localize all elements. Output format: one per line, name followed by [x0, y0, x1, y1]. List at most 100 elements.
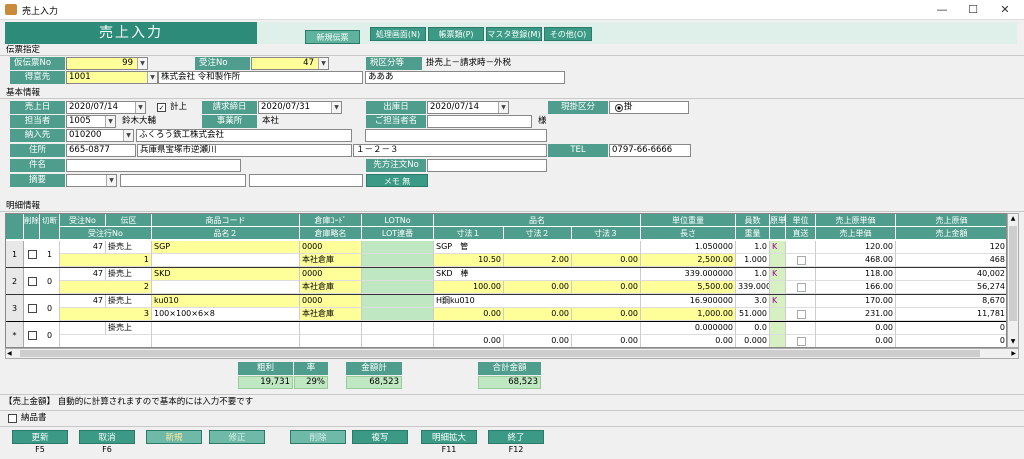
delete-checkbox[interactable]	[28, 331, 37, 340]
tanka-cell[interactable]: 468.00	[816, 254, 896, 267]
insu-cell[interactable]: 3.0	[736, 295, 770, 308]
gyo-cell[interactable]	[60, 335, 152, 347]
s2-cell[interactable]: 0.00	[504, 308, 572, 321]
den-cell[interactable]: 掛売上	[106, 268, 152, 281]
nonyu-name-input[interactable]: ふくろう鉄工株式会社	[136, 129, 352, 142]
menu-other[interactable]: その他(O)	[544, 27, 592, 41]
hinmei2-cell[interactable]	[152, 335, 300, 347]
genka-cell[interactable]: 8,670	[896, 295, 1006, 308]
address2-input[interactable]: １－２－３	[353, 144, 547, 157]
uriagebi-input[interactable]: 2020/07/14	[66, 101, 146, 114]
juryo-cell[interactable]: 1.000	[736, 254, 770, 267]
genka-tanka-cell[interactable]: 170.00	[816, 295, 896, 308]
detail-expand-button[interactable]: 明細拡大	[421, 430, 477, 444]
s3-cell[interactable]: 0.00	[572, 254, 641, 267]
chokuso-checkbox[interactable]	[797, 283, 806, 292]
detail-grid[interactable]: 削除 切断 受注No 伝区 商品コード 倉庫ｺｰﾄﾞ LOTNo 品名 単位重量 員数 原単 単位 売上…	[5, 213, 1007, 348]
nagasa-cell[interactable]: 5,500.00	[641, 281, 736, 294]
tanka-cell[interactable]: 0.00	[816, 335, 896, 347]
chevron-down-icon[interactable]: ▼	[123, 130, 133, 141]
soko-cell[interactable]: 0000	[300, 295, 362, 308]
gen-cell-2[interactable]	[770, 281, 786, 294]
menu-process[interactable]: 処理画面(N)	[370, 27, 426, 41]
gen-cell-2[interactable]	[770, 335, 786, 347]
insu-cell[interactable]: 1.0	[736, 268, 770, 281]
lot-seq-cell[interactable]	[362, 254, 434, 267]
lot-seq-cell[interactable]	[362, 335, 434, 347]
kiri-cell[interactable]: 1	[40, 241, 60, 268]
genka-tanka-cell[interactable]: 120.00	[816, 241, 896, 254]
tanka-cell[interactable]: 166.00	[816, 281, 896, 294]
s3-cell[interactable]: 0.00	[572, 308, 641, 321]
gen-cell[interactable]	[770, 322, 786, 335]
calendar-dropdown-icon[interactable]: ▼	[135, 102, 145, 113]
kiri-cell[interactable]: 0	[40, 268, 60, 295]
hinmei2-cell[interactable]	[152, 254, 300, 267]
nagasa-cell[interactable]: 1,000.00	[641, 308, 736, 321]
kingaku-cell[interactable]: 468	[896, 254, 1006, 267]
nagasa-cell[interactable]: 0.00	[641, 335, 736, 347]
juchu-cell[interactable]: 47	[60, 268, 106, 281]
juchu-cell[interactable]: 47	[60, 295, 106, 308]
chevron-down-icon[interactable]: ▼	[318, 58, 328, 69]
hinmei2-cell[interactable]	[152, 281, 300, 294]
hinmei-cell[interactable]: SKD 棒	[434, 268, 641, 281]
genka-cell[interactable]: 40,002	[896, 268, 1006, 281]
gen-cell[interactable]: K	[770, 295, 786, 308]
senpo-input[interactable]	[427, 159, 547, 172]
chevron-down-icon[interactable]: ▼	[105, 116, 115, 127]
modify-button[interactable]: 修正	[209, 430, 265, 444]
row-header[interactable]: *	[6, 322, 24, 347]
s1-cell[interactable]: 100.00	[434, 281, 504, 294]
code-cell[interactable]	[152, 322, 300, 335]
insu-cell[interactable]: 1.0	[736, 241, 770, 254]
vertical-scrollbar[interactable]: ▲ ▼	[1007, 213, 1019, 348]
s1-cell[interactable]: 0.00	[434, 308, 504, 321]
chokuso-checkbox[interactable]	[797, 310, 806, 319]
karidenpyo-input[interactable]: 99	[66, 57, 148, 70]
tani-cell[interactable]	[786, 241, 816, 254]
calendar-dropdown-icon[interactable]: ▼	[498, 102, 508, 113]
nagasa-cell[interactable]: 2,500.00	[641, 254, 736, 267]
kingaku-cell[interactable]: 0	[896, 335, 1006, 347]
calendar-dropdown-icon[interactable]: ▼	[331, 102, 341, 113]
s1-cell[interactable]: 0.00	[434, 335, 504, 347]
lot-seq-cell[interactable]	[362, 308, 434, 321]
address1-input[interactable]: 兵庫県宝塚市逆瀬川	[137, 144, 352, 157]
chokuso-checkbox[interactable]	[797, 256, 806, 265]
keijo-checkbox[interactable]: ✓	[157, 103, 166, 112]
tanijuryo-cell[interactable]: 339.000000	[641, 268, 736, 281]
s2-cell[interactable]: 2.00	[504, 254, 572, 267]
genka-cell[interactable]: 120	[896, 241, 1006, 254]
den-cell[interactable]: 掛売上	[106, 241, 152, 254]
kenmei-input[interactable]	[66, 159, 241, 172]
genka-tanka-cell[interactable]: 0.00	[816, 322, 896, 335]
chevron-down-icon[interactable]: ▼	[147, 72, 157, 83]
s2-cell[interactable]: 0.00	[504, 335, 572, 347]
lot-cell[interactable]	[362, 268, 434, 281]
soko-cell[interactable]	[300, 322, 362, 335]
radio-icon[interactable]	[615, 104, 623, 112]
tokuisaki-code-input[interactable]: 1001	[66, 71, 158, 84]
menu-reports[interactable]: 帳票類(P)	[428, 27, 484, 41]
juryo-cell[interactable]: 0.000	[736, 335, 770, 347]
tanijuryo-cell[interactable]: 16.900000	[641, 295, 736, 308]
soko-cell[interactable]: 0000	[300, 268, 362, 281]
new-button[interactable]: 新規	[146, 430, 202, 444]
gen-cell-2[interactable]	[770, 308, 786, 321]
hinmei-cell[interactable]: SGP 管	[434, 241, 641, 254]
gotanto-input[interactable]	[427, 115, 532, 128]
den-cell[interactable]: 掛売上	[106, 322, 152, 335]
kiri-cell[interactable]: 0	[40, 295, 60, 322]
lot-cell[interactable]	[362, 322, 434, 335]
juryo-cell[interactable]: 51.000	[736, 308, 770, 321]
juchu-cell[interactable]	[60, 322, 106, 335]
tanijuryo-cell[interactable]: 1.050000	[641, 241, 736, 254]
code-cell[interactable]: SGP	[152, 241, 300, 254]
tekiyo-input2[interactable]	[249, 174, 363, 187]
update-button[interactable]: 更新	[12, 430, 68, 444]
hinmei-cell[interactable]	[434, 322, 641, 335]
tani-cell[interactable]	[786, 295, 816, 308]
gen-cell[interactable]: K	[770, 268, 786, 281]
copy-button[interactable]: 複写	[352, 430, 408, 444]
